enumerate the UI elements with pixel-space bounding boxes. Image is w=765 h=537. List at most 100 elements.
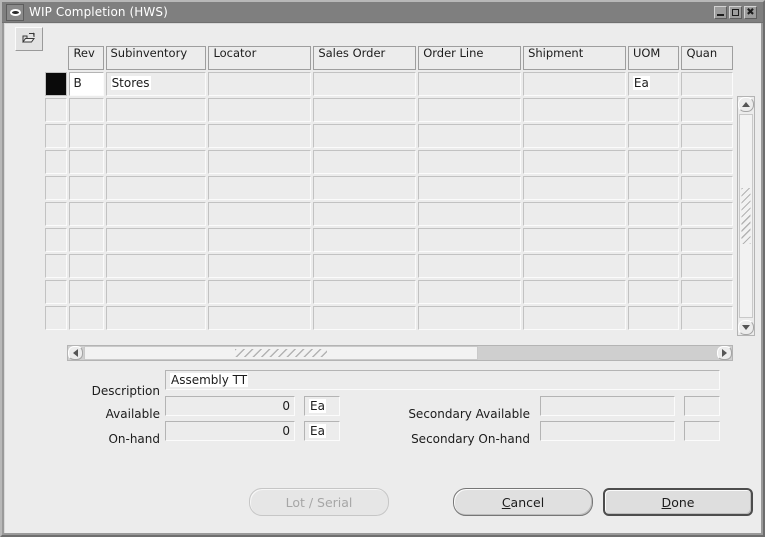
- cell-quantity[interactable]: [681, 124, 733, 148]
- vertical-scroll-thumb[interactable]: [739, 114, 753, 318]
- cell-order_line[interactable]: [418, 306, 522, 330]
- table-row[interactable]: B Stores Ea: [45, 72, 735, 96]
- row-selector[interactable]: [45, 202, 67, 226]
- row-selector[interactable]: [45, 254, 67, 278]
- cell-subinventory[interactable]: [105, 228, 207, 252]
- cell-uom[interactable]: [627, 280, 680, 304]
- table-row[interactable]: [45, 176, 735, 200]
- cell-uom[interactable]: [627, 176, 680, 200]
- cell-order_line[interactable]: [418, 176, 522, 200]
- row-selector[interactable]: [45, 176, 67, 200]
- cell-locator[interactable]: [208, 124, 312, 148]
- cell-subinventory[interactable]: [105, 176, 207, 200]
- cell-order_line[interactable]: [418, 254, 522, 278]
- cell-uom[interactable]: [627, 202, 680, 226]
- row-selector[interactable]: [45, 306, 67, 330]
- cell-shipment[interactable]: [523, 176, 626, 200]
- row-selector[interactable]: [45, 228, 67, 252]
- cell-subinventory[interactable]: [105, 254, 207, 278]
- cell-rev[interactable]: [68, 176, 104, 200]
- table-row[interactable]: [45, 228, 735, 252]
- cell-sales_order[interactable]: [313, 176, 417, 200]
- scroll-right-button[interactable]: [717, 346, 732, 360]
- available-field[interactable]: 0: [165, 396, 295, 416]
- cell-uom[interactable]: [627, 124, 680, 148]
- cell-rev[interactable]: B: [68, 72, 104, 96]
- cell-uom[interactable]: [627, 228, 680, 252]
- column-header-rev[interactable]: Rev: [68, 46, 104, 70]
- editor-button[interactable]: [15, 27, 43, 51]
- secondary-onhand-uom-field[interactable]: [684, 421, 720, 441]
- table-row[interactable]: [45, 306, 735, 330]
- column-header-sales-order[interactable]: Sales Order: [313, 46, 417, 70]
- cell-quantity[interactable]: [681, 98, 733, 122]
- cell-subinventory[interactable]: [105, 306, 207, 330]
- cell-shipment[interactable]: [523, 124, 626, 148]
- grid-horizontal-scrollbar[interactable]: [67, 345, 733, 361]
- description-field[interactable]: Assembly TT: [165, 370, 720, 390]
- cell-order_line[interactable]: [418, 228, 522, 252]
- cell-rev[interactable]: [68, 228, 104, 252]
- table-row[interactable]: [45, 98, 735, 122]
- done-button[interactable]: Done: [603, 488, 753, 516]
- cell-quantity[interactable]: [681, 202, 733, 226]
- cell-uom[interactable]: Ea: [627, 72, 680, 96]
- cell-quantity[interactable]: [681, 72, 733, 96]
- close-button[interactable]: ✖: [744, 5, 757, 19]
- minimize-button[interactable]: [714, 5, 727, 19]
- cell-subinventory[interactable]: [105, 280, 207, 304]
- cell-shipment[interactable]: [523, 72, 626, 96]
- cell-order_line[interactable]: [418, 280, 522, 304]
- cell-order_line[interactable]: [418, 98, 522, 122]
- secondary-onhand-field[interactable]: [540, 421, 675, 441]
- cell-quantity[interactable]: [681, 176, 733, 200]
- cell-rev[interactable]: [68, 150, 104, 174]
- cell-rev[interactable]: [68, 124, 104, 148]
- cell-order_line[interactable]: [418, 202, 522, 226]
- available-uom-field[interactable]: Ea: [304, 396, 340, 416]
- cell-quantity[interactable]: [681, 150, 733, 174]
- cell-quantity[interactable]: [681, 254, 733, 278]
- scroll-up-button[interactable]: [738, 97, 754, 112]
- cell-shipment[interactable]: [523, 254, 626, 278]
- cell-uom[interactable]: [627, 150, 680, 174]
- cell-subinventory[interactable]: [105, 202, 207, 226]
- cell-order_line[interactable]: [418, 124, 522, 148]
- maximize-button[interactable]: [729, 5, 742, 19]
- cell-sales_order[interactable]: [313, 202, 417, 226]
- cell-locator[interactable]: [208, 98, 312, 122]
- horizontal-scroll-thumb[interactable]: [84, 346, 478, 360]
- cell-sales_order[interactable]: [313, 280, 417, 304]
- system-menu-icon[interactable]: [6, 3, 24, 21]
- cell-shipment[interactable]: [523, 280, 626, 304]
- cell-order_line[interactable]: [418, 72, 522, 96]
- grid-vertical-scrollbar[interactable]: [737, 96, 755, 336]
- row-selector[interactable]: [45, 98, 67, 122]
- cell-quantity[interactable]: [681, 228, 733, 252]
- column-header-locator[interactable]: Locator: [208, 46, 312, 70]
- cell-subinventory[interactable]: [105, 124, 207, 148]
- title-bar[interactable]: WIP Completion (HWS) ✖: [2, 2, 763, 23]
- lot-serial-button[interactable]: Lot / Serial: [249, 488, 389, 516]
- onhand-uom-field[interactable]: Ea: [304, 421, 340, 441]
- cell-order_line[interactable]: [418, 150, 522, 174]
- column-header-uom[interactable]: UOM: [627, 46, 680, 70]
- table-row[interactable]: [45, 150, 735, 174]
- column-header-quan[interactable]: Quan: [681, 46, 733, 70]
- cell-sales_order[interactable]: [313, 306, 417, 330]
- cell-shipment[interactable]: [523, 150, 626, 174]
- cell-locator[interactable]: [208, 280, 312, 304]
- cell-subinventory[interactable]: [105, 98, 207, 122]
- cell-sales_order[interactable]: [313, 72, 417, 96]
- cell-shipment[interactable]: [523, 98, 626, 122]
- cell-locator[interactable]: [208, 306, 312, 330]
- cell-sales_order[interactable]: [313, 124, 417, 148]
- cell-rev[interactable]: [68, 254, 104, 278]
- cell-locator[interactable]: [208, 254, 312, 278]
- table-row[interactable]: [45, 280, 735, 304]
- column-header-subinventory[interactable]: Subinventory: [105, 46, 207, 70]
- cell-subinventory[interactable]: Stores: [105, 72, 207, 96]
- cell-rev[interactable]: [68, 98, 104, 122]
- cell-sales_order[interactable]: [313, 228, 417, 252]
- cell-rev[interactable]: [68, 202, 104, 226]
